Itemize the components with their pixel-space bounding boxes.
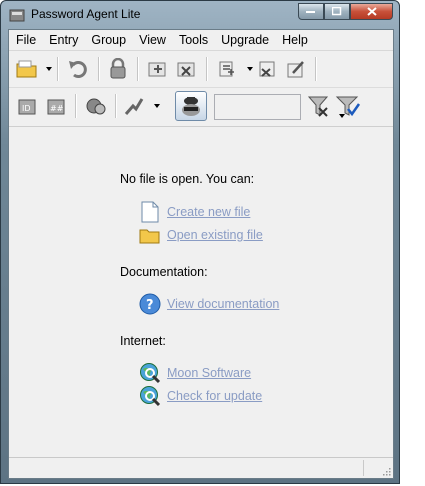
open-file-button[interactable] (16, 58, 38, 80)
internet-label: Internet: (120, 334, 166, 348)
autotype-button[interactable] (123, 95, 145, 117)
undo-button[interactable] (67, 58, 89, 80)
copy-password-button[interactable]: ## (45, 95, 67, 117)
clear-filter-button[interactable] (307, 95, 331, 117)
svg-text:ID: ID (22, 104, 31, 113)
minimize-button[interactable] (298, 3, 324, 20)
window-controls (298, 3, 393, 21)
app-window: Password Agent Lite File Entry Group Vie… (0, 0, 400, 484)
reveal-passwords-icon (182, 97, 200, 116)
document-icon (139, 201, 161, 223)
menu-entry[interactable]: Entry (42, 30, 84, 50)
undo-icon (69, 61, 87, 78)
add-group-button[interactable] (146, 58, 168, 80)
maximize-icon (332, 7, 342, 16)
open-url-button[interactable] (85, 95, 107, 117)
menu-group[interactable]: Group (84, 30, 132, 50)
moon-software-link[interactable]: Moon Software (167, 366, 251, 380)
secondary-toolbar: ID ## (9, 88, 393, 127)
filter-dropdown-arrow[interactable] (339, 114, 345, 118)
close-button[interactable] (350, 3, 393, 20)
reveal-passwords-button[interactable] (175, 91, 207, 121)
documentation-label: Documentation: (120, 265, 208, 279)
menu-view[interactable]: View (132, 30, 172, 50)
menu-bar: File Entry Group View Tools Upgrade Help (9, 30, 393, 51)
minimize-icon (306, 10, 315, 13)
status-bar (9, 457, 393, 478)
menu-file[interactable]: File (9, 30, 42, 50)
copy-username-button[interactable]: ID (16, 95, 38, 117)
view-documentation-link[interactable]: View documentation (167, 297, 279, 311)
autotype-dropdown-arrow[interactable] (154, 104, 160, 108)
check-for-update-row: Check for update (139, 385, 262, 407)
lock-icon (110, 58, 126, 79)
open-existing-file-link[interactable]: Open existing file (167, 228, 263, 242)
copy-password-icon: ## (47, 99, 65, 115)
add-entry-button[interactable] (216, 58, 238, 80)
maximize-button[interactable] (324, 3, 350, 20)
folder-icon (139, 224, 161, 246)
help-icon: ? (139, 293, 161, 315)
menu-tools[interactable]: Tools (172, 30, 214, 50)
check-for-update-link[interactable]: Check for update (167, 389, 262, 403)
menu-help[interactable]: Help (275, 30, 314, 50)
window-title: Password Agent Lite (31, 7, 141, 21)
menu-upgrade[interactable]: Upgrade (214, 30, 275, 50)
add-group-icon (148, 62, 166, 77)
main-toolbar (9, 51, 393, 88)
start-page: No file is open. You can: Create new fil… (9, 127, 393, 461)
copy-username-icon: ID (18, 99, 36, 115)
autotype-icon (124, 98, 144, 115)
open-dropdown-arrow[interactable] (46, 67, 52, 71)
globe-icon (139, 362, 161, 384)
folder-icon (16, 60, 37, 78)
create-new-file-link[interactable]: Create new file (167, 205, 250, 219)
delete-entry-button[interactable] (256, 58, 278, 80)
client-area: File Entry Group View Tools Upgrade Help (8, 29, 394, 479)
svg-text:?: ? (146, 298, 154, 313)
open-url-icon (86, 98, 106, 115)
add-entry-dropdown-arrow[interactable] (247, 67, 253, 71)
edit-entry-icon (287, 61, 304, 78)
create-new-file-row: Create new file (139, 201, 250, 223)
intro-text: No file is open. You can: (120, 172, 255, 186)
delete-group-button[interactable] (175, 58, 197, 80)
view-documentation-row: ? View documentation (139, 293, 279, 315)
filter-input[interactable] (214, 94, 301, 120)
app-icon (9, 9, 25, 22)
delete-entry-icon (259, 61, 275, 77)
delete-group-icon (177, 62, 195, 77)
moon-software-row: Moon Software (139, 362, 251, 384)
svg-text:##: ## (50, 104, 64, 113)
clear-filter-icon (307, 96, 329, 117)
close-icon (366, 7, 377, 16)
add-entry-icon (219, 61, 234, 77)
title-bar[interactable]: Password Agent Lite (1, 1, 399, 29)
lock-button[interactable] (107, 58, 129, 80)
resize-grip-icon[interactable] (381, 466, 391, 476)
globe-icon (139, 385, 161, 407)
edit-entry-button[interactable] (285, 58, 307, 80)
open-existing-file-row: Open existing file (139, 224, 263, 246)
status-divider (363, 460, 364, 476)
